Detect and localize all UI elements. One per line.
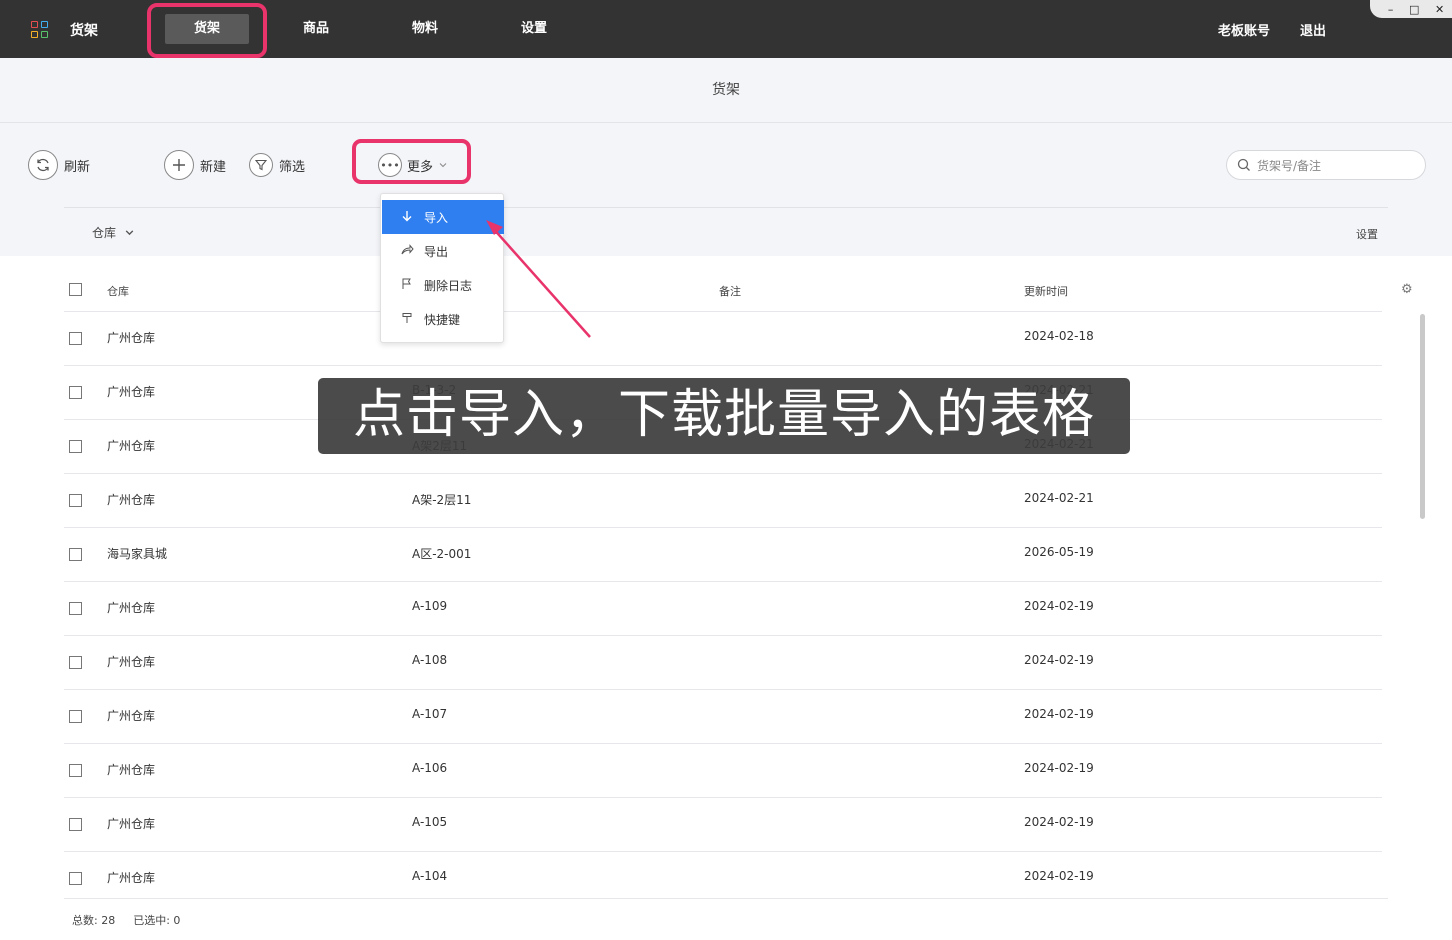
instruction-caption: 点击导入，下载批量导入的表格 bbox=[318, 378, 1130, 454]
annotation-arrow bbox=[486, 220, 591, 338]
